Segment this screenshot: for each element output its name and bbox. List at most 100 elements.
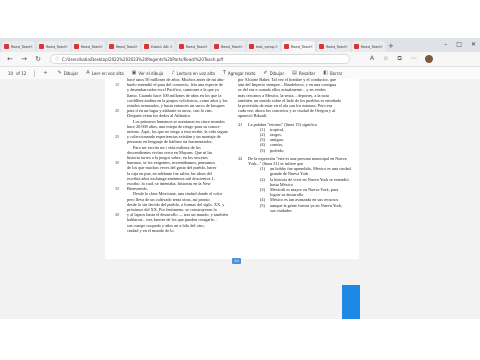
favorite-star-icon[interactable]: ☆ — [383, 55, 388, 63]
pdf-favicon-icon — [109, 44, 114, 49]
close-tab-icon[interactable]: × — [345, 44, 348, 49]
tool-label: Dibujar — [63, 70, 79, 76]
close-tab-icon[interactable]: × — [65, 44, 68, 49]
highlight-icon: ▤ — [292, 70, 297, 76]
pdf-favicon-icon — [284, 44, 289, 49]
minimize-button[interactable]: – — [444, 38, 447, 52]
url-field[interactable]: ⓘ C:/Users/katia/Desktop/2022%202023%20R… — [50, 54, 350, 64]
profile-avatar[interactable] — [424, 55, 433, 63]
window-controls: – □ ✕ — [444, 38, 476, 52]
browser-toolbar-icons: A ☆ ⧉ ⋯ — [370, 55, 417, 63]
tab-label: Read_Teach.pdf — [81, 44, 100, 49]
read-aloud-icon[interactable]: A — [370, 55, 374, 63]
tab-label: Read_Teach.pdf — [291, 44, 310, 49]
collections-icon[interactable]: ⧉ — [398, 55, 402, 63]
line-text: ciudad y en el mundo de lo. — [127, 227, 175, 233]
tool-label: Lectura en voz alta — [176, 70, 215, 76]
new-tab-button[interactable]: + — [388, 42, 394, 50]
question: 22 De la expresión "este es una persona m… — [238, 156, 354, 213]
browser-tab[interactable]: Estad: Allt Espa…× — [142, 41, 175, 52]
tab-label: Read_Teach.pdf — [116, 44, 135, 49]
passage-line: apareció Bikoali. — [238, 113, 268, 119]
pdf-favicon-icon — [214, 44, 219, 49]
browser-tab[interactable]: test_comp.pdf× — [247, 41, 280, 52]
page-total: of 12 — [16, 70, 27, 76]
more-menu-icon[interactable]: ⋯ — [411, 55, 417, 63]
tool-label: Resaltar — [298, 70, 316, 76]
tool-5[interactable]: ✐ Dibujar — [263, 70, 284, 76]
close-tab-icon[interactable]: × — [310, 44, 313, 49]
tab-label: test_comp.pdf — [256, 44, 275, 49]
tab-label: Read_Teach.pdf — [11, 44, 30, 49]
toolbar-divider — [34, 69, 36, 77]
close-tab-icon[interactable]: × — [240, 44, 243, 49]
browser-tab[interactable]: Read_Teach.pdf× — [352, 41, 385, 52]
tool-label: Dibujar — [269, 70, 285, 76]
letterbox-top — [0, 0, 480, 38]
tool-7[interactable]: ◧ Borrar — [323, 70, 342, 76]
tool-6[interactable]: ▤ Resaltar — [292, 70, 315, 76]
pdf-favicon-icon — [249, 44, 254, 49]
browser-tab[interactable]: Read_Teach.pdf× — [72, 41, 105, 52]
browser-tab[interactable]: Read_Teach.pdf× — [2, 41, 35, 52]
pdf-favicon-icon — [39, 44, 44, 49]
answer-option[interactable]: (5) podrido, — [238, 148, 354, 153]
pdf-favicon-icon — [144, 44, 149, 49]
answer-option[interactable]: sus ciudades — [238, 208, 354, 213]
add-text-icon: T — [222, 70, 226, 76]
questions-column: por Alcione Baker. Tal vez el hombre y e… — [238, 77, 354, 213]
question-stem-row: 22 De la expresión "este es una persona m… — [238, 156, 354, 166]
tool-1[interactable]: A Leer en voz alta — [86, 70, 123, 76]
page-navigation: 10 of 12 — [8, 71, 26, 76]
option-text: podrido, — [270, 147, 285, 153]
back-arrow-icon[interactable]: ← — [6, 55, 14, 63]
close-window-button[interactable]: ✕ — [471, 38, 476, 52]
tool-label: Borrar — [330, 70, 343, 76]
passage-line: ciudad y en el mundo de lo. — [115, 228, 228, 233]
browser-tab[interactable]: Read_Teach.pdf× — [282, 41, 315, 52]
screen: Read_Teach.pdf×Read_Teach.pdf×Read_Teach… — [0, 0, 480, 360]
pdf-viewer[interactable]: hace unos 50 millones de años. Muchos an… — [0, 77, 480, 319]
tool-0[interactable]: ✎ Dibujar — [58, 70, 79, 76]
browser-tab[interactable]: Read_Teach.pdf× — [37, 41, 70, 52]
zoom-in-icon: + — [43, 70, 48, 76]
browser-tab[interactable]: Read_Teach.pdf× — [317, 41, 350, 52]
tool-label: Ver el dibujo — [138, 70, 164, 76]
tool-4[interactable]: T Agregar texto — [223, 70, 256, 76]
reload-icon[interactable]: ↻ — [34, 55, 42, 63]
tab-label: Read_Teach.pdf — [326, 44, 345, 49]
close-tab-icon[interactable]: × — [380, 44, 383, 49]
eraser-icon: ◧ — [323, 70, 328, 76]
browser-tab[interactable]: Read_Teach.pdf× — [107, 41, 140, 52]
close-tab-icon[interactable]: × — [205, 44, 208, 49]
option-number: (5) — [260, 147, 266, 153]
browser-tab[interactable]: Read_Teach.pdf× — [212, 41, 245, 52]
question: 21 La palabra "retorno" (línea 15) signif… — [238, 122, 354, 153]
browser-tab[interactable]: Read_Teach.pdf× — [177, 41, 210, 52]
tab-label: Estad: Allt Espa… — [151, 44, 170, 49]
address-bar: ← → ↻ ⓘ C:/Users/katia/Desktop/2022%2020… — [0, 52, 480, 67]
close-tab-icon[interactable]: × — [170, 44, 173, 49]
tool-label: Leer en voz alta — [91, 70, 124, 76]
close-tab-icon[interactable]: × — [135, 44, 138, 49]
zoom-in-button[interactable]: + — [43, 70, 49, 76]
tab-label: Read_Teach.pdf — [46, 44, 65, 49]
pdf-page: hace unos 50 millones de años. Muchos an… — [105, 77, 359, 259]
maximize-button[interactable]: □ — [456, 38, 462, 52]
page-number-field[interactable]: 10 — [8, 71, 13, 76]
accent-bar — [342, 285, 360, 319]
close-tab-icon[interactable]: × — [30, 44, 33, 49]
tool-3[interactable]: ♪ Lectura en voz alta — [171, 70, 215, 76]
question-number: 22 — [238, 155, 243, 161]
pdf-favicon-icon — [319, 44, 324, 49]
forward-arrow-icon[interactable]: → — [20, 55, 28, 63]
tool-2[interactable]: ▣ Ver el dibujo — [132, 70, 164, 76]
question-number: 21 — [238, 121, 243, 127]
close-tab-icon[interactable]: × — [100, 44, 103, 49]
tab-bar: Read_Teach.pdf×Read_Teach.pdf×Read_Teach… — [0, 38, 480, 52]
pen-icon: ✐ — [263, 70, 268, 76]
close-tab-icon[interactable]: × — [275, 44, 278, 49]
url-text: C:/Users/katia/Desktop/2022%202023%20Reg… — [62, 56, 224, 62]
pdf-favicon-icon — [179, 44, 184, 49]
pdf-favicon-icon — [354, 44, 359, 49]
